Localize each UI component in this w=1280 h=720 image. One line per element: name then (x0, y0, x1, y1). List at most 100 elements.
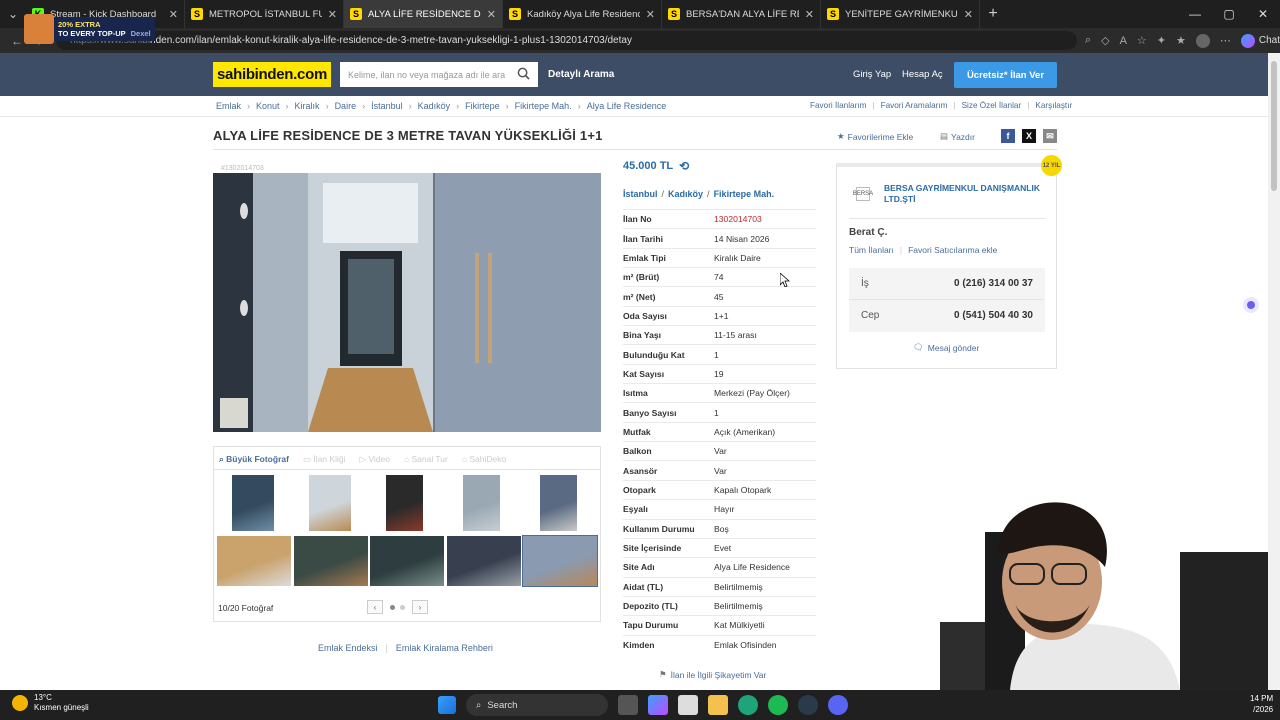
page-scrollbar[interactable] (1268, 53, 1280, 690)
browser-tab[interactable]: S ALYA LİFE RESİDENCE DE 3 METRE ✕ (344, 0, 503, 28)
new-tab-button[interactable]: + (980, 5, 1006, 23)
photo-thumbnail[interactable] (540, 475, 577, 531)
windows-start-icon[interactable] (438, 696, 456, 714)
taskbar-clock[interactable]: 14 PM /2026 (1250, 693, 1273, 715)
photo-thumbnail[interactable] (386, 475, 423, 531)
phone-number[interactable]: 0 (541) 504 40 30 (954, 310, 1033, 321)
assistant-float-icon[interactable] (1243, 297, 1259, 313)
location-link[interactable]: Kadıköy (668, 189, 703, 199)
gallery-tab[interactable]: ⌂ Sanal Tur (404, 454, 448, 464)
extensions-icon[interactable]: ✦ (1157, 34, 1166, 47)
send-message-link[interactable]: 🗨 Mesaj gönder (913, 342, 979, 353)
search-input[interactable] (348, 69, 508, 80)
tab-list-menu-icon[interactable]: ⌄ (0, 0, 26, 28)
complaint-link[interactable]: ⚑ İlan ile İlgili Şikayetim Var (659, 669, 766, 680)
add-favorite-link[interactable]: ★ Favorilerime Ekle (837, 131, 913, 142)
price-history-icon[interactable]: ⟲ (679, 159, 689, 173)
store-icon[interactable] (678, 695, 698, 715)
breadcrumb-item[interactable]: Fikirtepe Mah. (515, 101, 572, 111)
steam-icon[interactable] (798, 695, 818, 715)
search-box[interactable] (340, 62, 538, 87)
url-field[interactable]: https://www.sahibinden.com/ilan/emlak-ko… (56, 31, 1077, 50)
quick-link[interactable]: Size Özel İlanlar (962, 101, 1022, 110)
copilot-app-icon[interactable] (648, 695, 668, 715)
login-link[interactable]: Giriş Yap (853, 69, 891, 80)
seller-logo[interactable]: BERSA (853, 187, 873, 201)
quick-link[interactable]: Favori İlanlarım (810, 101, 866, 110)
facebook-icon[interactable]: f (1001, 129, 1015, 143)
scrollbar-thumb[interactable] (1271, 61, 1277, 191)
tab-close-icon[interactable]: ✕ (646, 8, 655, 21)
browser-tab[interactable]: S YENİTEPE GAYRİMENKUL'DEN NU ✕ (821, 0, 980, 28)
quick-link[interactable]: Karşılaştır (1035, 101, 1072, 110)
gallery-tab[interactable]: ▷ Video (359, 454, 390, 465)
spotify-icon[interactable] (768, 695, 788, 715)
breadcrumb-item[interactable]: Fikirtepe (465, 101, 500, 111)
photo-thumbnail[interactable] (463, 475, 500, 531)
prev-page-button[interactable]: ‹ (367, 600, 383, 614)
taskbar-search[interactable]: ⌕ Search (466, 694, 608, 716)
bottom-link[interactable]: Emlak Kiralama Rehberi (396, 643, 493, 653)
discord-icon[interactable] (828, 695, 848, 715)
more-icon[interactable]: ⋯ (1220, 34, 1231, 47)
minimize-icon[interactable]: — (1178, 7, 1212, 21)
photo-thumbnail[interactable] (232, 475, 274, 531)
task-view-icon[interactable] (618, 695, 638, 715)
tab-close-icon[interactable]: ✕ (328, 8, 337, 21)
page-dot[interactable] (390, 604, 395, 610)
seller-company-link[interactable]: BERSA GAYRİMENKUL DANIŞMANLIK LTD.ŞTİ (884, 183, 1050, 205)
all-ads-link[interactable]: Tüm İlanları (849, 245, 894, 255)
site-logo[interactable]: sahibinden.com (213, 62, 331, 87)
favorites-bar-icon[interactable]: ★ (1176, 34, 1186, 47)
photo-thumbnail[interactable] (217, 536, 291, 586)
next-page-button[interactable]: › (412, 600, 428, 614)
breadcrumb-item[interactable]: Daire (335, 101, 357, 111)
mail-icon[interactable]: ✉ (1043, 129, 1057, 143)
photo-thumbnail[interactable] (447, 536, 521, 586)
tab-close-icon[interactable]: ✕ (964, 8, 973, 21)
bottom-link[interactable]: Emlak Endeksi (318, 643, 378, 653)
photo-thumbnail[interactable] (309, 475, 351, 531)
page-dot[interactable] (400, 604, 405, 610)
signup-link[interactable]: Hesap Aç (902, 69, 943, 80)
gallery-tab[interactable]: ⌂ SahiDeko (462, 454, 506, 464)
location-link[interactable]: Fikirtepe Mah. (714, 189, 775, 199)
read-aloud-icon[interactable]: A (1120, 35, 1127, 47)
x-twitter-icon[interactable]: X (1022, 129, 1036, 143)
photo-thumbnail[interactable] (294, 536, 368, 586)
breadcrumb-item[interactable]: Emlak (216, 101, 241, 111)
overlay-ad[interactable]: 20% EXTRA TO EVERY TOP-UP Dexel (24, 14, 160, 44)
file-explorer-icon[interactable] (708, 695, 728, 715)
photo-thumbnail[interactable] (370, 536, 444, 586)
maximize-icon[interactable]: ▢ (1212, 7, 1246, 21)
tag-icon[interactable]: ◇ (1101, 34, 1109, 47)
search-icon[interactable] (517, 67, 530, 80)
edge-icon[interactable] (738, 695, 758, 715)
breadcrumb-item[interactable]: Alya Life Residence (587, 101, 667, 111)
location-link[interactable]: İstanbul (623, 189, 658, 199)
print-link[interactable]: ▤ Yazdır (940, 131, 975, 142)
breadcrumb-item[interactable]: Kiralık (295, 101, 320, 111)
breadcrumb-item[interactable]: Kadıköy (418, 101, 451, 111)
favorite-star-icon[interactable]: ☆ (1137, 34, 1147, 47)
close-window-icon[interactable]: ✕ (1246, 7, 1280, 21)
gallery-tab[interactable]: ▭ İlan Kliği (303, 454, 346, 465)
profile-icon[interactable] (1195, 33, 1210, 48)
tab-close-icon[interactable]: ✕ (169, 8, 178, 21)
browser-tab[interactable]: S Kadıköy Alya Life Residence Feraht ✕ (503, 0, 662, 28)
copilot-chat-button[interactable]: Chat (1240, 33, 1280, 48)
advanced-search-link[interactable]: Detaylı Arama (548, 69, 614, 80)
gallery-tab[interactable]: ⌕ Büyük Fotoğraf (219, 454, 289, 465)
favorite-seller-link[interactable]: Favori Satıcılarıma ekle (908, 245, 997, 255)
tab-close-icon[interactable]: ✕ (487, 8, 496, 21)
browser-tab[interactable]: S METROPOL İSTANBUL FULL ADALA ✕ (185, 0, 344, 28)
breadcrumb-item[interactable]: Konut (256, 101, 280, 111)
photo-thumbnail[interactable] (522, 535, 598, 587)
breadcrumb-item[interactable]: İstanbul (371, 101, 403, 111)
weather-widget[interactable]: 13°C Kısmen güneşli (12, 693, 89, 713)
main-photo[interactable] (213, 173, 601, 432)
zoom-icon[interactable]: ⌕ (1085, 34, 1091, 47)
browser-tab[interactable]: S BERSA'DAN ALYA LİFE RESİDENCE ✕ (662, 0, 821, 28)
tab-close-icon[interactable]: ✕ (805, 8, 814, 21)
post-ad-button[interactable]: Ücretsiz* İlan Ver (954, 62, 1057, 88)
